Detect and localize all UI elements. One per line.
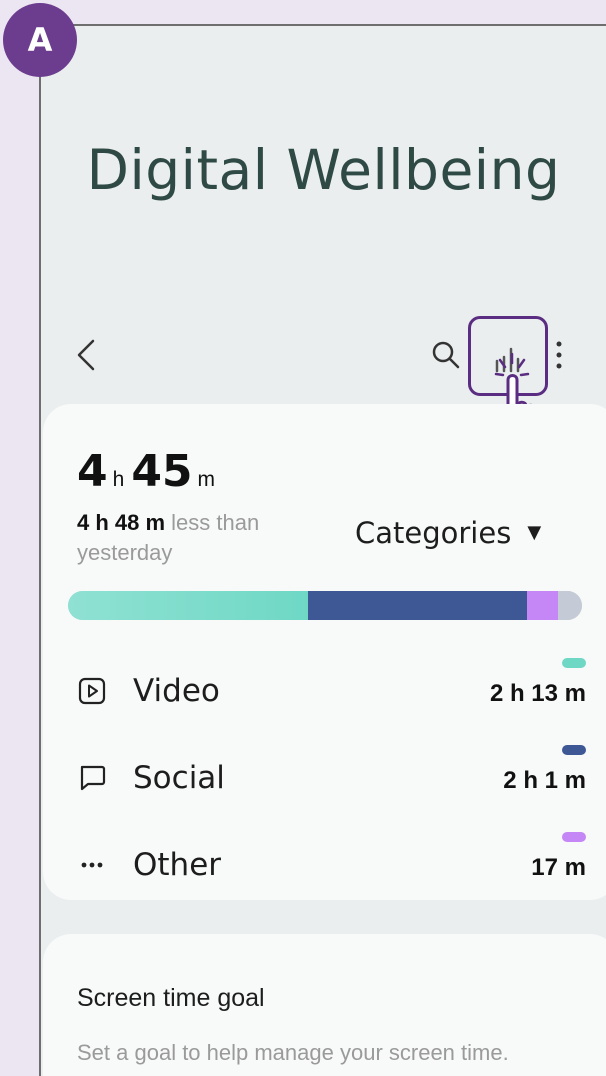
page-title: Digital Wellbeing bbox=[86, 138, 561, 202]
category-time: 2 h 13 m bbox=[489, 680, 586, 707]
category-time: 2 h 1 m bbox=[503, 767, 586, 794]
total-minutes: 45 bbox=[131, 446, 193, 497]
more-vertical-icon[interactable] bbox=[554, 340, 564, 370]
category-row-social[interactable]: Social 2 h 1 m bbox=[77, 745, 586, 803]
hours-unit: h bbox=[112, 468, 125, 491]
category-label: Other bbox=[133, 847, 222, 883]
category-label: Social bbox=[133, 760, 225, 796]
category-label: Video bbox=[133, 673, 220, 709]
category-color-swatch bbox=[562, 658, 586, 668]
phone-screen: Digital Wellbeing 4 h 45 m 4 h 48 m less… bbox=[39, 24, 606, 1076]
category-time: 17 m bbox=[531, 854, 586, 881]
dropdown-caret-icon: ▼ bbox=[527, 521, 542, 543]
usage-segment-other bbox=[526, 591, 558, 620]
search-icon[interactable] bbox=[431, 340, 461, 370]
video-icon bbox=[78, 677, 106, 705]
comparison-value: 4 h 48 m bbox=[77, 510, 166, 535]
category-row-other[interactable]: Other 17 m bbox=[77, 832, 586, 890]
goal-description: Set a goal to help manage your screen ti… bbox=[77, 1040, 509, 1065]
back-icon[interactable] bbox=[75, 338, 97, 372]
category-row-video[interactable]: Video 2 h 13 m bbox=[77, 658, 586, 716]
more-horizontal-icon bbox=[81, 862, 103, 868]
categories-dropdown[interactable]: Categories ▼ bbox=[355, 516, 541, 550]
usage-segment-video bbox=[68, 591, 309, 620]
usage-segment-social bbox=[308, 591, 527, 620]
chat-icon bbox=[80, 765, 106, 791]
screen-time-card: 4 h 45 m 4 h 48 m less than yesterday Categ… bbox=[43, 404, 606, 900]
minutes-unit: m bbox=[197, 468, 216, 491]
category-color-swatch bbox=[562, 745, 586, 755]
step-badge-label: A bbox=[27, 21, 53, 59]
categories-dropdown-label: Categories bbox=[355, 516, 512, 550]
step-badge: A bbox=[3, 3, 77, 77]
usage-bar bbox=[68, 591, 582, 620]
comparison-text: 4 h 48 m less than yesterday bbox=[77, 508, 337, 568]
total-hours: 4 bbox=[77, 446, 108, 497]
screen-time-goal-card[interactable]: Screen time goal Set a goal to help mana… bbox=[43, 934, 606, 1076]
category-color-swatch bbox=[562, 832, 586, 842]
total-screen-time: 4 h 45 m bbox=[77, 446, 222, 497]
goal-title: Screen time goal bbox=[77, 984, 265, 1012]
usage-segment-remainder bbox=[557, 591, 582, 620]
